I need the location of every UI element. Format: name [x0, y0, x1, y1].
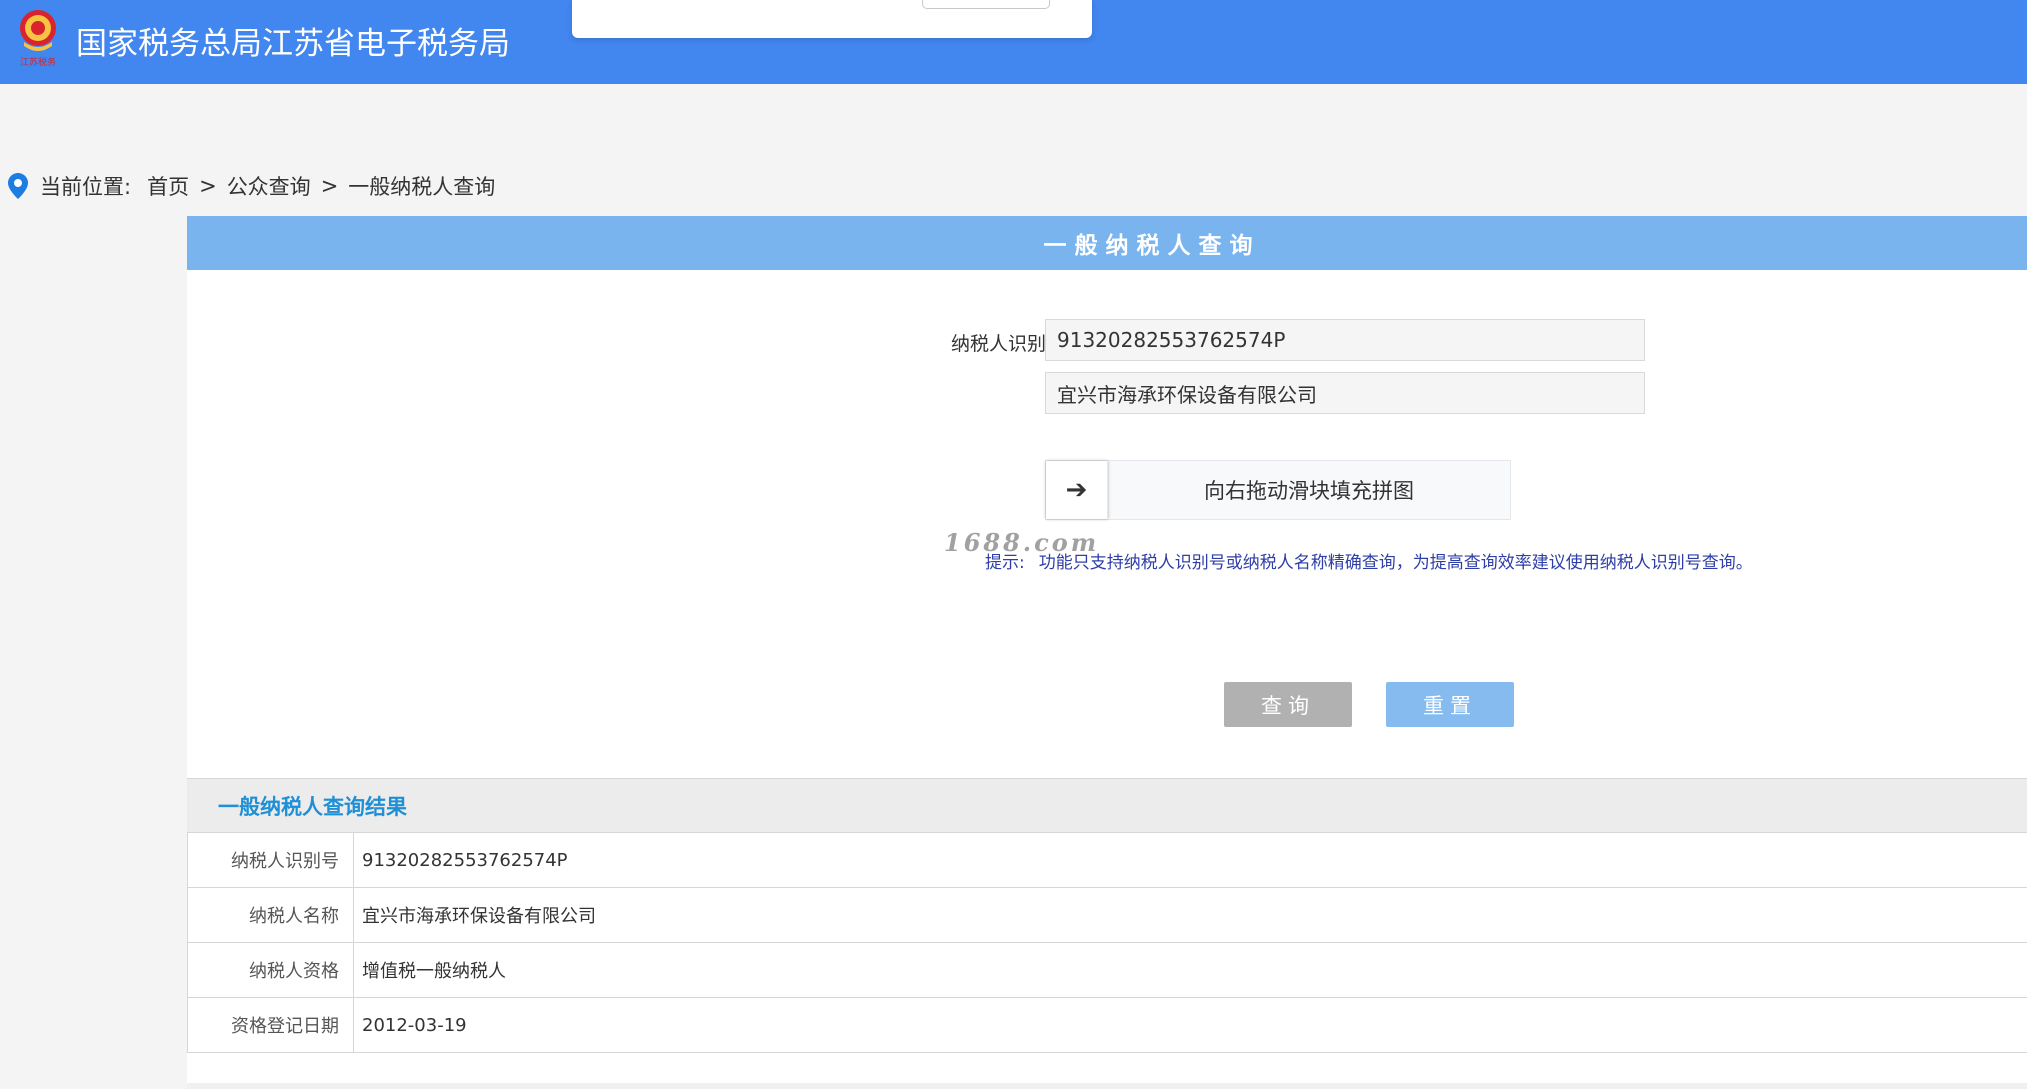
reset-button[interactable]: 重置 — [1386, 682, 1514, 727]
table-row: 资格登记日期 2012-03-19 — [187, 998, 2027, 1053]
table-row: 纳税人名称 宜兴市海承环保设备有限公司 — [187, 888, 2027, 943]
result-key: 纳税人识别号 — [188, 833, 354, 887]
slider-captcha[interactable]: ➔ 向右拖动滑块填充拼图 — [1045, 460, 1511, 520]
panel-title: 一般纳税人查询 — [187, 216, 2027, 270]
hint-label: 提示: — [985, 553, 1025, 573]
location-pin-icon — [8, 173, 28, 199]
result-value: 增值税一般纳税人 — [362, 961, 506, 982]
taxpayer-name-input[interactable]: 宜兴市海承环保设备有限公司 — [1045, 372, 1645, 414]
slider-text: 向右拖动滑块填充拼图 — [1204, 479, 1414, 503]
popup-dialog-fragment — [572, 0, 1092, 38]
breadcrumb-label: 当前位置: — [40, 175, 132, 199]
site-title[interactable]: 国家税务总局江苏省电子税务局 — [76, 18, 510, 63]
slider-handle[interactable]: ➔ — [1046, 461, 1108, 519]
breadcrumb: 当前位置: 首页 > 公众查询 > 一般纳税人查询 — [8, 170, 495, 202]
svg-text:江苏税务: 江苏税务 — [20, 56, 56, 68]
bottom-strip — [187, 1083, 2027, 1089]
query-button[interactable]: 查询 — [1224, 682, 1352, 727]
breadcrumb-item-current: 一般纳税人查询 — [348, 175, 496, 199]
results-title: 一般纳税人查询结果 — [187, 778, 2027, 833]
breadcrumb-item-home[interactable]: 首页 — [147, 171, 189, 201]
arrow-right-icon: ➔ — [1065, 475, 1088, 505]
result-key: 资格登记日期 — [188, 998, 354, 1052]
results-section: 一般纳税人查询结果 纳税人识别号 91320282553762574P 纳税人名… — [187, 778, 2027, 1053]
hint-message: 功能只支持纳税人识别号或纳税人名称精确查询，为提高查询效率建议使用纳税人识别号查… — [1038, 553, 1753, 573]
query-panel: 一般纳税人查询 纳税人识别号（社会信用代码） 91320282553762574… — [187, 216, 2027, 1083]
breadcrumb-separator: > — [320, 174, 339, 198]
breadcrumb-separator: > — [199, 174, 217, 198]
tax-emblem-logo[interactable]: 江苏税务 — [14, 6, 62, 68]
taxpayer-id-input[interactable]: 91320282553762574P — [1045, 319, 1645, 361]
hint-text: 提示: 功能只支持纳税人识别号或纳税人名称精确查询，为提高查询效率建议使用纳税人识… — [985, 548, 1753, 573]
result-value: 2012-03-19 — [362, 1014, 467, 1036]
popup-button[interactable] — [922, 0, 1050, 9]
breadcrumb-item-public-query[interactable]: 公众查询 — [227, 171, 311, 201]
top-header: 江苏税务 国家税务总局江苏省电子税务局 — [0, 0, 2027, 84]
result-value: 宜兴市海承环保设备有限公司 — [362, 906, 596, 927]
table-row: 纳税人资格 增值税一般纳税人 — [187, 943, 2027, 998]
result-key: 纳税人资格 — [188, 943, 354, 997]
table-row: 纳税人识别号 91320282553762574P — [187, 833, 2027, 888]
result-key: 纳税人名称 — [188, 888, 354, 942]
result-value: 91320282553762574P — [362, 849, 568, 871]
